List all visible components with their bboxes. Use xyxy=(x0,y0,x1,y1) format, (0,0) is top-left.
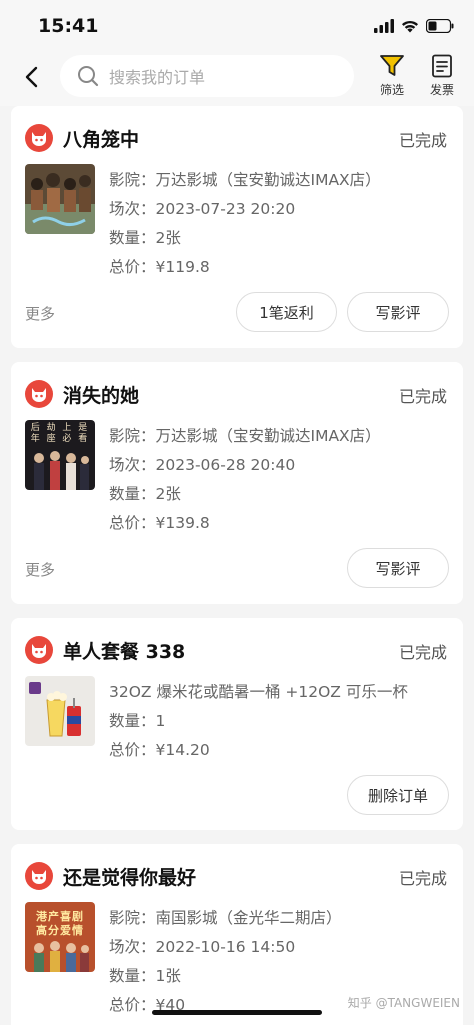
order-status: 已完成 xyxy=(398,643,447,662)
order-title: 八角笼中 xyxy=(63,128,140,151)
item-quantity: 数量：1 xyxy=(109,712,166,730)
home-indicator[interactable] xyxy=(152,1010,322,1015)
order-card[interactable]: 八角笼中 已完成 影院：万达影城（宝安勤诚达IMAX店） 场次：2023-07-… xyxy=(11,106,463,348)
status-time: 15:41 xyxy=(38,15,99,37)
total-price: 总价：¥139.8 xyxy=(109,514,210,532)
more-link[interactable]: 更多 xyxy=(25,303,55,324)
status-bar: 15:41 xyxy=(0,0,474,50)
maoyan-logo-icon xyxy=(25,380,53,408)
ticket-quantity: 数量：2张 xyxy=(109,485,181,503)
poster-text: 港产喜剧 高分爱情 xyxy=(36,910,84,937)
order-title: 还是觉得你最好 xyxy=(63,866,197,889)
order-status: 已完成 xyxy=(398,131,447,150)
back-button[interactable] xyxy=(18,62,46,92)
movie-poster[interactable]: 港产喜剧 高分爱情 xyxy=(25,902,95,972)
order-header: 消失的她 xyxy=(25,380,139,408)
more-link[interactable]: 更多 xyxy=(25,559,55,580)
ticket-quantity: 数量：2张 xyxy=(109,229,181,247)
search-placeholder: 搜索我的订单 xyxy=(109,68,206,87)
battery-icon xyxy=(426,19,454,33)
wifi-icon xyxy=(402,20,418,33)
movie-poster[interactable] xyxy=(25,164,95,234)
ticket-quantity: 数量：1张 xyxy=(109,967,181,985)
cinema-name: 影院：万达影城（宝安勤诚达IMAX店） xyxy=(109,171,381,189)
order-header: 还是觉得你最好 xyxy=(25,862,196,890)
movie-poster[interactable]: 后 劫 上 是 年 座 必 看 xyxy=(25,420,95,490)
order-title: 单人套餐 338 xyxy=(63,640,186,663)
session-time: 场次：2023-06-28 20:40 xyxy=(109,456,296,474)
maoyan-logo-icon xyxy=(25,124,53,152)
session-time: 场次：2022-10-16 14:50 xyxy=(109,938,296,956)
invoice-icon xyxy=(432,54,452,78)
watermark: 知乎 @TANGWEIEN xyxy=(347,996,460,1010)
session-time: 场次：2023-07-23 20:20 xyxy=(109,200,296,218)
header: 搜索我的订单 筛选 发票 xyxy=(0,50,474,106)
poster-text: 后 劫 上 是 年 座 必 看 xyxy=(30,423,90,444)
write-review-button[interactable]: 写影评 xyxy=(347,548,449,588)
cinema-name: 影院：万达影城（宝安勤诚达IMAX店） xyxy=(109,427,381,445)
invoice-label: 发票 xyxy=(429,83,454,97)
maoyan-logo-icon xyxy=(25,636,53,664)
order-card[interactable]: 单人套餐 338 已完成 32OZ 爆米花或酷暑一桶 +12OZ 可乐一杯 数量… xyxy=(11,618,463,830)
order-card[interactable]: 消失的她 已完成 后 劫 上 是 年 座 必 看 影院：万达影城（宝安勤诚达IM… xyxy=(11,362,463,604)
filter-icon xyxy=(380,55,404,76)
order-status: 已完成 xyxy=(398,387,447,406)
order-title: 消失的她 xyxy=(63,384,140,407)
write-review-button[interactable]: 写影评 xyxy=(347,292,449,332)
total-price: 总价：¥119.8 xyxy=(109,258,210,276)
filter-button[interactable]: 筛选 xyxy=(372,54,412,104)
total-price: 总价：¥14.20 xyxy=(109,741,210,759)
invoice-button[interactable]: 发票 xyxy=(422,54,462,104)
rebate-button[interactable]: 1笔返利 xyxy=(236,292,337,332)
order-header: 八角笼中 xyxy=(25,124,139,152)
filter-label: 筛选 xyxy=(379,83,404,97)
delete-order-button[interactable]: 删除订单 xyxy=(347,775,449,815)
status-icons xyxy=(374,18,454,34)
snack-item: 32OZ 爆米花或酷暑一桶 +12OZ 可乐一杯 xyxy=(109,683,408,701)
maoyan-logo-icon xyxy=(25,862,53,890)
signal-icon xyxy=(374,19,394,33)
chevron-left-icon xyxy=(25,66,38,88)
snack-image[interactable] xyxy=(25,676,95,746)
order-status: 已完成 xyxy=(398,869,447,888)
order-header: 单人套餐 338 xyxy=(25,636,185,664)
search-icon xyxy=(78,66,99,87)
cinema-name: 影院：南国影城（金光华二期店） xyxy=(109,909,342,927)
search-input[interactable]: 搜索我的订单 xyxy=(60,55,354,97)
